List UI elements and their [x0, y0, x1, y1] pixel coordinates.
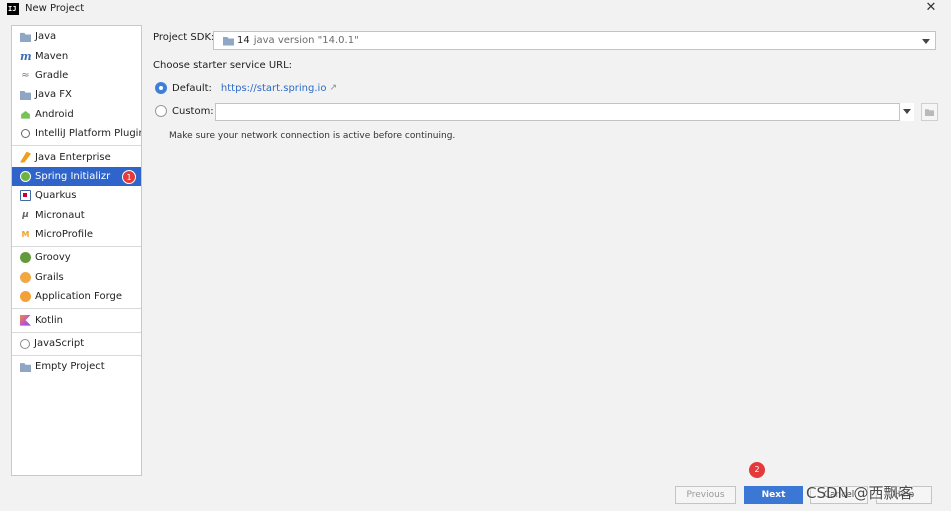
java-enterprise-icon	[20, 151, 31, 163]
sidebar-item-label: Groovy	[35, 252, 71, 264]
sidebar-item-java-fx[interactable]: Java FX	[12, 85, 141, 104]
folder-icon	[925, 109, 934, 116]
sidebar-item-kotlin[interactable]: Kotlin	[12, 310, 141, 329]
spring-icon	[20, 170, 31, 182]
sidebar-item-javascript[interactable]: JavaScript	[12, 334, 141, 353]
default-url-link[interactable]: https://start.spring.io	[221, 83, 327, 94]
sidebar-item-label: Spring Initializr	[35, 170, 111, 182]
sidebar-item-quarkus[interactable]: Quarkus	[12, 186, 141, 205]
previous-button[interactable]: Previous	[675, 486, 736, 504]
chevron-down-icon	[903, 109, 911, 114]
sidebar-item-label: Gradle	[35, 69, 69, 81]
sidebar-item-maven[interactable]: m Maven	[12, 46, 141, 65]
browse-button[interactable]	[921, 103, 938, 121]
sdk-version: 14	[237, 35, 250, 46]
sidebar-item-intellij-platform-plugin[interactable]: IntelliJ Platform Plugin	[12, 124, 141, 143]
starter-url-label-row: Choose starter service URL:	[153, 60, 292, 71]
folder-icon	[20, 91, 31, 101]
project-sdk-select[interactable]: 14 java version "14.0.1"	[213, 31, 936, 50]
sidebar-item-microprofile[interactable]: M MicroProfile	[12, 225, 141, 244]
watermark: CSDN @西飘客	[806, 484, 914, 502]
sidebar-item-label: Empty Project	[35, 361, 105, 373]
sidebar-item-label: Maven	[35, 50, 69, 62]
settings-panel: Project SDK: 14 java version "14.0.1" Ch…	[153, 25, 943, 475]
sidebar-item-grails[interactable]: Grails	[12, 268, 141, 287]
next-button[interactable]: Next	[744, 486, 803, 504]
project-type-list: Java m Maven ≈ Gradle Java FX Android IntelliJ …	[11, 25, 142, 476]
sidebar-item-label: IntelliJ Platform Plugin	[35, 128, 142, 140]
folder-icon	[223, 37, 234, 46]
sidebar-item-label: Java FX	[35, 89, 72, 101]
sidebar-group: Java m Maven ≈ Gradle Java FX Android IntelliJ …	[12, 26, 141, 147]
intellij-logo-icon: IJ	[7, 2, 19, 15]
step-badge: 2	[749, 462, 765, 478]
custom-url-input[interactable]	[215, 103, 914, 121]
javascript-icon	[20, 338, 30, 349]
sidebar-item-label: Micronaut	[35, 209, 85, 221]
folder-icon	[20, 363, 31, 373]
sidebar-item-label: Application Forge	[35, 291, 123, 303]
micronaut-icon: μ	[22, 209, 29, 220]
network-hint: Make sure your network connection is act…	[169, 131, 456, 141]
custom-url-row: Custom:	[155, 105, 214, 117]
sidebar-item-android[interactable]: Android	[12, 105, 141, 124]
sidebar-group: Groovy Grails Application Forge	[12, 247, 141, 310]
sidebar-item-micronaut[interactable]: μ Micronaut	[12, 206, 141, 225]
sdk-row: Project SDK:	[153, 32, 214, 43]
sidebar-item-application-forge[interactable]: Application Forge	[12, 287, 141, 306]
dialog-footer: 2 Previous Next Cancel Help CSDN @西飘客	[0, 462, 951, 511]
custom-label: Custom:	[172, 105, 214, 117]
application-forge-icon	[20, 291, 31, 303]
maven-icon: m	[20, 49, 32, 63]
sidebar-item-label: Java Enterprise	[35, 151, 111, 163]
sdk-description: java version "14.0.1"	[253, 35, 359, 46]
sidebar-group: Java Enterprise Spring Initializr 1 Quarkus…	[12, 146, 141, 248]
close-button[interactable]: ✕	[925, 1, 937, 14]
sidebar-item-groovy[interactable]: Groovy	[12, 248, 141, 267]
sidebar-group: JavaScript	[12, 333, 141, 357]
intellij-icon	[21, 129, 30, 139]
sidebar-item-label: Quarkus	[35, 190, 77, 202]
kotlin-icon	[20, 314, 31, 326]
sidebar-item-label: Kotlin	[35, 314, 63, 326]
microprofile-icon: M	[21, 230, 30, 240]
chevron-down-icon	[922, 39, 930, 44]
title-bar: IJ New Project ✕	[0, 0, 951, 17]
default-url-radio[interactable]	[155, 82, 167, 94]
sidebar-item-label: Grails	[35, 271, 64, 283]
custom-url-radio[interactable]	[155, 105, 167, 117]
sidebar-item-gradle[interactable]: ≈ Gradle	[12, 66, 141, 85]
starter-url-label: Choose starter service URL:	[153, 60, 293, 71]
custom-url-dropdown[interactable]	[899, 103, 914, 121]
step-badge: 1	[122, 169, 136, 184]
sidebar-item-java[interactable]: Java	[12, 27, 141, 46]
sidebar-group: Empty Project	[12, 356, 141, 378]
sidebar-item-java-enterprise[interactable]: Java Enterprise	[12, 147, 141, 166]
folder-icon	[20, 32, 31, 43]
sidebar-item-label: JavaScript	[34, 338, 85, 350]
grails-icon	[20, 271, 31, 283]
gradle-icon: ≈	[21, 69, 30, 81]
sidebar-item-empty-project[interactable]: Empty Project	[12, 357, 141, 376]
android-icon	[21, 110, 30, 119]
project-sdk-label: Project SDK:	[153, 32, 215, 43]
default-url-row: Default: https://start.spring.io ↗	[155, 82, 337, 94]
sidebar-group: Kotlin	[12, 309, 141, 333]
default-label: Default:	[172, 82, 212, 94]
sidebar-item-spring-initializr[interactable]: Spring Initializr 1	[12, 166, 141, 187]
sidebar-item-label: Java	[35, 31, 57, 43]
groovy-icon	[20, 252, 31, 264]
sidebar-item-label: Android	[35, 108, 74, 120]
external-link-icon: ↗	[329, 83, 337, 93]
sidebar-item-label: MicroProfile	[35, 229, 94, 241]
window-title: New Project	[25, 3, 85, 14]
quarkus-icon	[20, 190, 31, 202]
